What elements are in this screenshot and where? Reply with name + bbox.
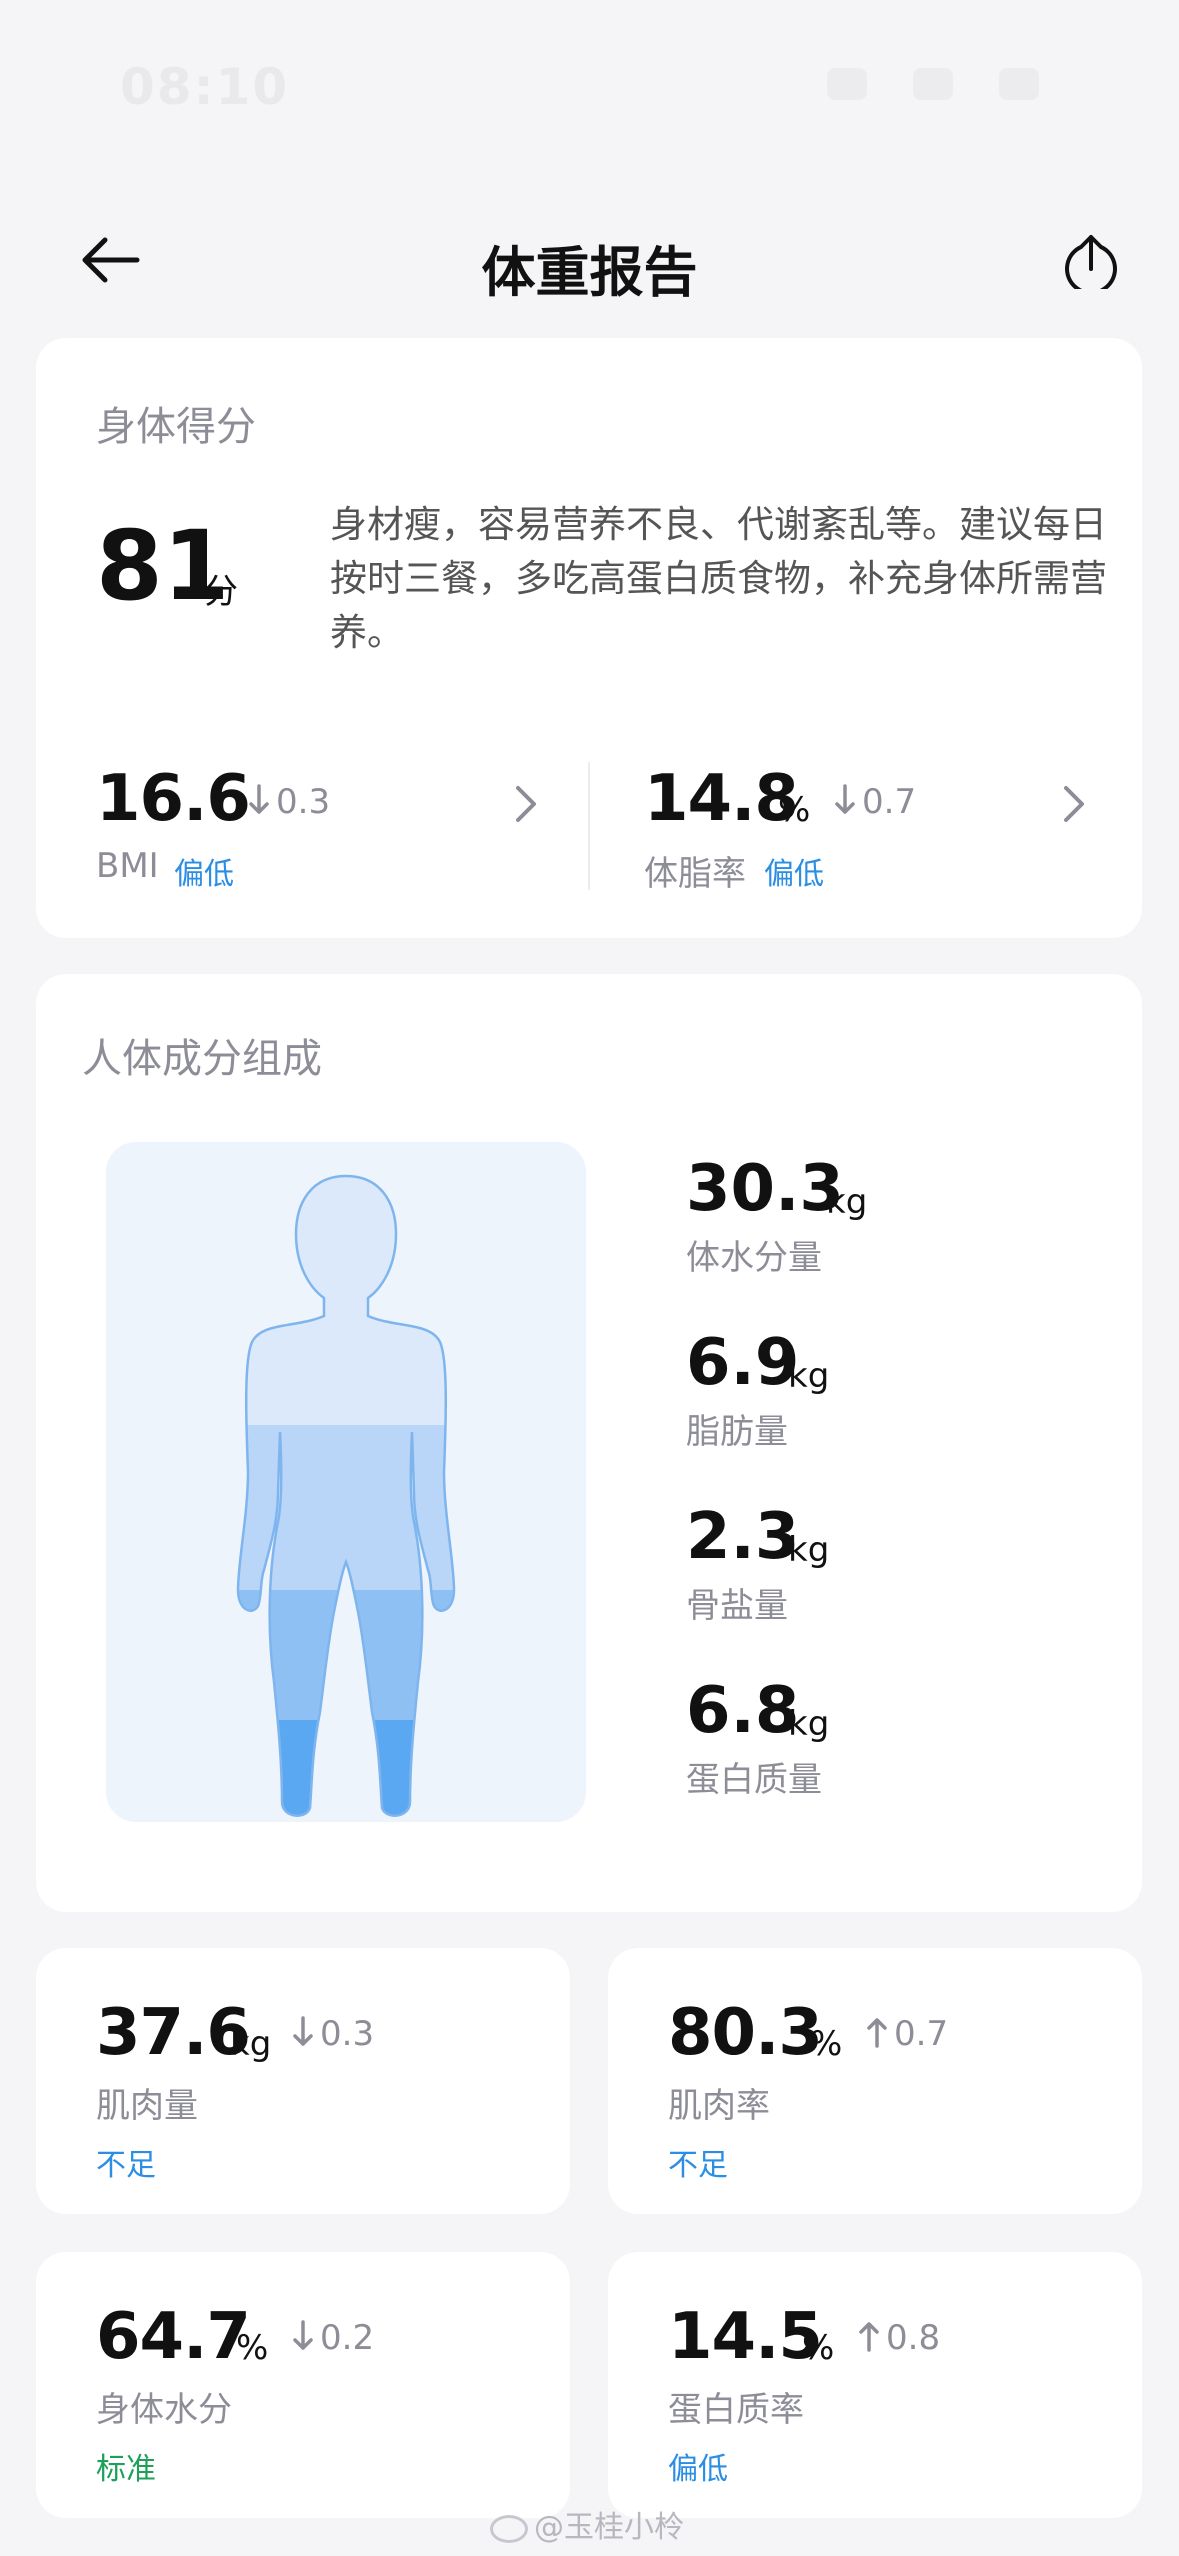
body-composition-card: 人体成分组成 30.3 kg 体水分量 6.9 kg 脂肪量 2.3 kg 骨盐… <box>36 974 1142 1912</box>
arrow-down-icon <box>293 2320 313 2350</box>
composition-value: 30.3 <box>686 1152 844 1226</box>
composition-unit: kg <box>788 1356 830 1396</box>
composition-label: 骨盐量 <box>686 1586 788 1626</box>
body-figure-icon <box>236 1174 456 1817</box>
chevron-right-icon <box>1064 786 1084 822</box>
share-icon <box>1065 235 1117 289</box>
metric-unit: % <box>236 2328 269 2368</box>
composition-unit: kg <box>826 1182 868 1222</box>
metric-label: 身体水分 <box>96 2390 232 2430</box>
status-time: 08:10 <box>120 58 290 116</box>
arrow-down-icon <box>293 2016 313 2046</box>
metric-label: 肌肉量 <box>96 2086 198 2126</box>
watermark: @玉桂小柃 <box>490 2502 684 2546</box>
score-card-title: 身体得分 <box>96 404 256 450</box>
metric-label: 蛋白质率 <box>668 2390 804 2430</box>
status-bar: 08:10 <box>0 0 1179 170</box>
metric-delta: 0.2 <box>320 2318 375 2358</box>
body-fat-value: 14.8 <box>644 762 799 836</box>
header: 体重报告 <box>0 200 1179 320</box>
body-zone-lower <box>238 1590 454 1720</box>
body-zone-upper <box>238 1176 454 1425</box>
wifi-icon <box>913 68 953 100</box>
body-score-card: 身体得分 81 分 身材瘦，容易营养不良、代谢紊乱等。建议每日按时三餐，多吃高蛋… <box>36 338 1142 938</box>
body-water-card[interactable]: 64.7 % 0.2 身体水分 标准 <box>36 2252 570 2518</box>
metric-status: 偏低 <box>668 2452 728 2487</box>
protein-rate-card[interactable]: 14.5 % 0.8 蛋白质率 偏低 <box>608 2252 1142 2518</box>
body-fat-status: 偏低 <box>764 857 824 892</box>
metric-value: 37.6 <box>96 1996 251 2070</box>
composition-label: 蛋白质量 <box>686 1760 822 1800</box>
metric-unit: % <box>810 2024 843 2064</box>
bmi-status: 偏低 <box>174 857 234 892</box>
metric-delta: 0.3 <box>320 2014 375 2054</box>
body-score-unit: 分 <box>204 572 238 612</box>
arrow-up-icon <box>859 2322 879 2352</box>
composition-value: 6.8 <box>686 1674 800 1748</box>
bmi-value: 16.6 <box>96 762 251 836</box>
body-figure-panel <box>106 1142 586 1822</box>
metric-value: 80.3 <box>668 1996 823 2070</box>
metric-divider <box>588 762 590 890</box>
arrow-down-icon <box>249 784 269 814</box>
arrow-down-icon <box>835 784 855 814</box>
page-title: 体重报告 <box>481 241 698 304</box>
bmi-label: BMI <box>96 846 159 886</box>
composition-label: 脂肪量 <box>686 1412 788 1452</box>
metric-value: 64.7 <box>96 2300 251 2374</box>
composition-unit: kg <box>788 1704 830 1744</box>
chevron-right-icon <box>516 786 536 822</box>
metric-unit: kg <box>230 2024 272 2064</box>
arrow-up-icon <box>867 2018 887 2048</box>
muscle-mass-card[interactable]: 37.6 kg 0.3 肌肉量 不足 <box>36 1948 570 2214</box>
body-zone-feet <box>238 1720 454 1816</box>
muscle-rate-card[interactable]: 80.3 % 0.7 肌肉率 不足 <box>608 1948 1142 2214</box>
watermark-text: @玉桂小柃 <box>534 2510 684 2545</box>
composition-title: 人体成分组成 <box>82 1036 322 1082</box>
metric-status: 不足 <box>668 2148 728 2183</box>
status-icons <box>827 68 1039 100</box>
share-button[interactable] <box>1051 226 1131 296</box>
metric-delta: 0.7 <box>894 2014 949 2054</box>
metric-label: 肌肉率 <box>668 2086 770 2126</box>
bmi-delta: 0.3 <box>276 782 331 822</box>
metric-status: 标准 <box>96 2452 156 2487</box>
metric-unit: % <box>802 2328 835 2368</box>
weibo-icon <box>490 2514 528 2543</box>
composition-unit: kg <box>788 1530 830 1570</box>
body-fat-unit: % <box>778 790 811 830</box>
composition-label: 体水分量 <box>686 1238 822 1278</box>
body-score-description: 身材瘦，容易营养不良、代谢紊乱等。建议每日按时三餐，多吃高蛋白质食物，补充身体所… <box>330 503 1107 654</box>
metric-status: 不足 <box>96 2148 156 2183</box>
battery-icon <box>999 68 1039 100</box>
metric-delta: 0.8 <box>886 2318 941 2358</box>
metric-value: 14.5 <box>668 2300 823 2374</box>
body-fat-delta: 0.7 <box>862 782 917 822</box>
signal-icon <box>827 68 867 100</box>
composition-value: 6.9 <box>686 1326 800 1400</box>
composition-value: 2.3 <box>686 1500 800 1574</box>
body-fat-label: 体脂率 <box>644 854 746 894</box>
